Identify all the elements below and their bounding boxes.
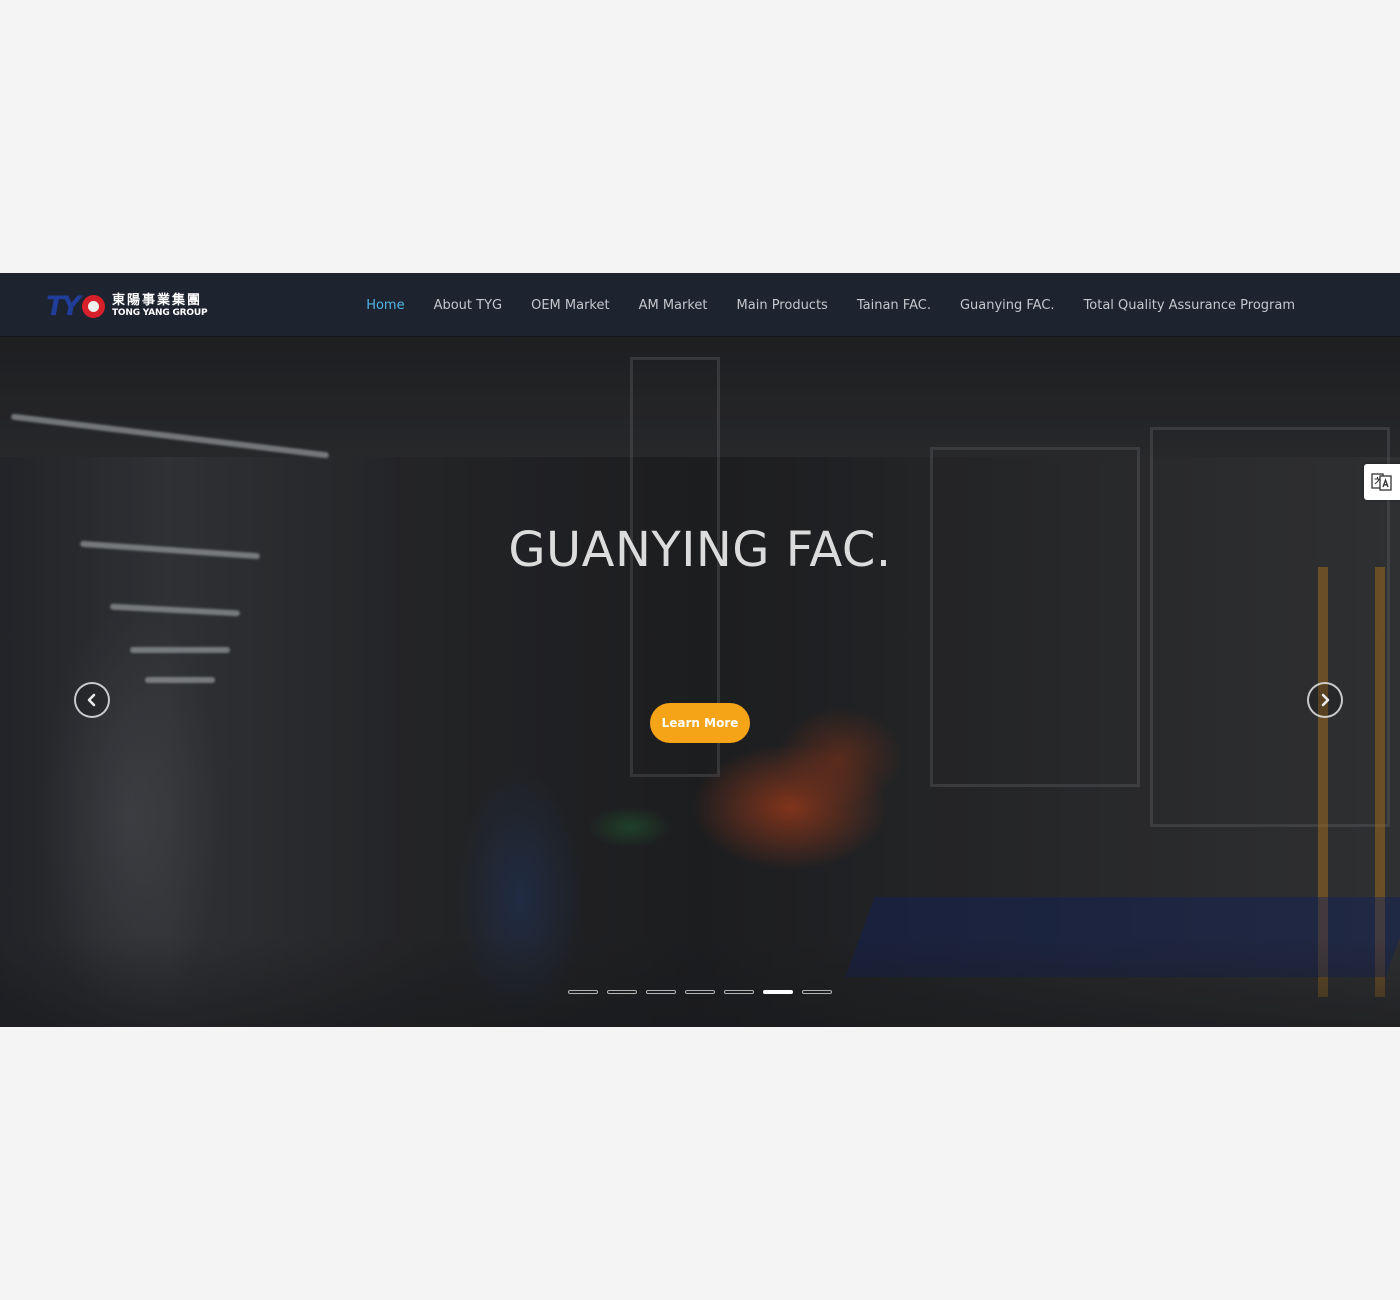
logo-mark-text: TY — [46, 290, 81, 322]
logo-english-name: TONG YANG GROUP — [111, 308, 208, 318]
carousel-indicator[interactable] — [607, 990, 637, 994]
hero-title: GUANYING FAC. — [508, 522, 892, 578]
nav-item-home[interactable]: Home — [366, 298, 404, 313]
chevron-right-icon — [1321, 693, 1330, 707]
hero-overlay — [0, 337, 1400, 1027]
nav-item-quality-assurance[interactable]: Total Quality Assurance Program — [1084, 298, 1295, 313]
translate-icon — [1371, 473, 1392, 491]
carousel-prev-button[interactable] — [74, 682, 110, 718]
logo-chinese-name: 東陽事業集團 — [111, 293, 202, 308]
nav-item-tainan-fac[interactable]: Tainan FAC. — [857, 298, 931, 313]
carousel-indicator[interactable] — [802, 990, 832, 994]
carousel-indicator[interactable] — [685, 990, 715, 994]
translate-button[interactable] — [1364, 464, 1400, 500]
carousel-indicator[interactable] — [646, 990, 676, 994]
learn-more-button[interactable]: Learn More — [650, 703, 750, 743]
logo-circle-icon — [81, 294, 105, 318]
hero-carousel: GUANYING FAC. Learn More — [0, 337, 1400, 1027]
nav-item-main-products[interactable]: Main Products — [737, 298, 828, 313]
nav-item-am-market[interactable]: AM Market — [639, 298, 708, 313]
carousel-indicator-active[interactable] — [763, 990, 793, 994]
chevron-left-icon — [87, 693, 96, 707]
main-nav: Home About TYG OEM Market AM Market Main… — [337, 273, 1295, 337]
carousel-indicators — [568, 990, 841, 994]
logo[interactable]: TY 東陽事業集團 TONG YANG GROUP — [46, 291, 208, 321]
carousel-next-button[interactable] — [1307, 682, 1343, 718]
logo-mark: TY — [46, 293, 105, 320]
website-frame: TY 東陽事業集團 TONG YANG GROUP Home About TYG… — [0, 273, 1400, 1027]
logo-text: 東陽事業集團 TONG YANG GROUP — [111, 293, 208, 318]
navbar: TY 東陽事業集團 TONG YANG GROUP Home About TYG… — [0, 273, 1400, 337]
carousel-indicator[interactable] — [724, 990, 754, 994]
nav-item-oem-market[interactable]: OEM Market — [531, 298, 609, 313]
nav-item-guanying-fac[interactable]: Guanying FAC. — [960, 298, 1055, 313]
carousel-indicator[interactable] — [568, 990, 598, 994]
nav-item-about-tyg[interactable]: About TYG — [434, 298, 503, 313]
